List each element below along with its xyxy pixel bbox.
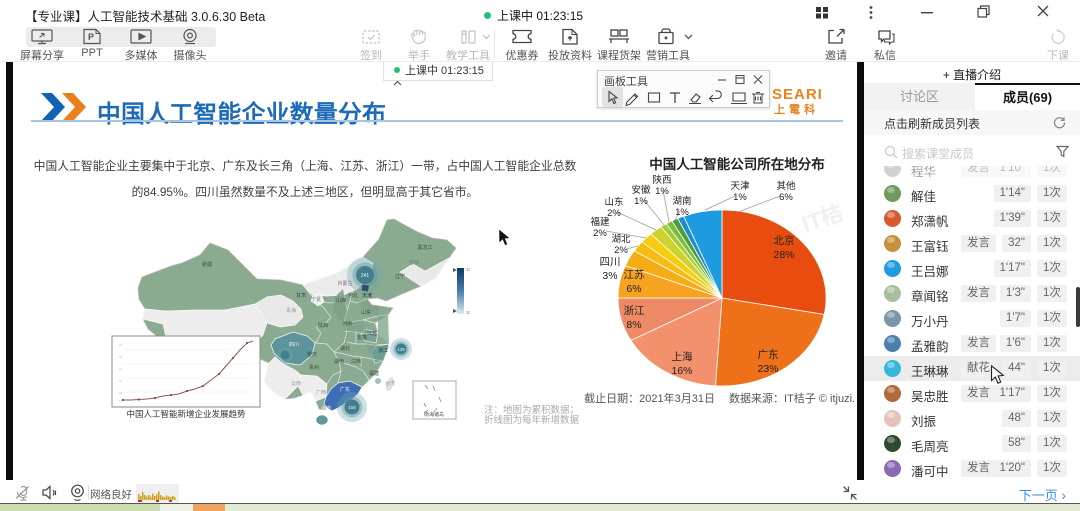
svg-text:青海: 青海 [286, 307, 296, 314]
svg-text:139: 139 [397, 347, 405, 352]
svg-text:浙江: 浙江 [378, 347, 388, 354]
svg-text:2%: 2% [614, 245, 628, 256]
svg-text:黑龙江: 黑龙江 [417, 244, 432, 251]
svg-text:1%: 1% [675, 207, 689, 218]
svg-text:6%: 6% [779, 192, 793, 203]
svg-text:上海: 上海 [672, 350, 693, 363]
svg-text:28%: 28% [773, 249, 794, 261]
svg-text:10: 10 [466, 310, 470, 315]
svg-text:新疆: 新疆 [202, 261, 212, 268]
svg-text:四川: 四川 [600, 256, 621, 268]
svg-text:其他: 其他 [776, 180, 796, 192]
svg-text:广西: 广西 [316, 389, 326, 396]
svg-text:贵州: 贵州 [309, 364, 319, 371]
svg-text:辽宁: 辽宁 [395, 273, 405, 280]
svg-text:3%: 3% [602, 270, 617, 282]
svg-text:山东: 山东 [604, 196, 623, 208]
svg-text:P: P [88, 32, 94, 42]
svg-text:天津: 天津 [362, 292, 372, 299]
svg-text:16%: 16% [671, 365, 692, 377]
svg-text:广东: 广东 [340, 386, 350, 393]
svg-text:241: 241 [361, 273, 370, 279]
svg-text:广东: 广东 [758, 348, 779, 361]
svg-text:8%: 8% [626, 319, 641, 331]
svg-text:湖南: 湖南 [672, 195, 691, 207]
svg-text:截止日期：2021年3月31日 数据来源：IT桔子 © i: 截止日期：2021年3月31日 数据来源：IT桔子 © itjuzi.com [584, 391, 855, 405]
svg-text:1%: 1% [655, 186, 669, 197]
svg-text:南海诸岛: 南海诸岛 [424, 411, 444, 418]
svg-text:甘肃: 甘肃 [296, 292, 306, 299]
svg-text:中国人工智能公司所在地分布: 中国人工智能公司所在地分布 [649, 156, 825, 172]
svg-text:江苏: 江苏 [624, 268, 645, 281]
svg-text:海南: 海南 [321, 405, 331, 412]
svg-text:台湾: 台湾 [385, 380, 395, 387]
svg-text:陕西: 陕西 [318, 322, 328, 329]
svg-text:安徽: 安徽 [631, 184, 651, 196]
svg-text:山东: 山东 [361, 309, 371, 316]
svg-text:宁夏: 宁夏 [311, 296, 321, 303]
svg-text:北京: 北京 [774, 234, 795, 247]
svg-text:江苏: 江苏 [367, 330, 377, 337]
svg-text:内蒙古: 内蒙古 [337, 280, 352, 287]
svg-text:山西: 山西 [336, 297, 346, 304]
svg-text:云南: 云南 [291, 380, 301, 387]
svg-text:中国人工智能新增企业发展趋势: 中国人工智能新增企业发展趋势 [126, 409, 246, 419]
svg-text:江西: 江西 [351, 358, 361, 365]
svg-text:2%: 2% [607, 208, 621, 219]
svg-text:1%: 1% [733, 192, 747, 203]
svg-text:吉林: 吉林 [409, 259, 419, 266]
svg-text:23%: 23% [757, 363, 778, 375]
svg-text:四川: 四川 [289, 342, 299, 348]
svg-text:100: 100 [466, 267, 470, 272]
svg-text:IT桔: IT桔 [799, 200, 846, 237]
svg-text:2%: 2% [593, 228, 607, 239]
svg-text:湖北: 湖北 [611, 234, 631, 245]
svg-text:156: 156 [348, 405, 356, 410]
svg-text:1%: 1% [634, 196, 648, 207]
svg-text:6%: 6% [626, 283, 641, 295]
svg-text:重庆: 重庆 [307, 351, 317, 358]
svg-text:福建: 福建 [369, 370, 379, 377]
svg-text:河北: 河北 [348, 292, 358, 299]
svg-text:安徽: 安徽 [357, 334, 367, 341]
svg-text:河南: 河南 [342, 320, 352, 327]
svg-text:天津: 天津 [730, 181, 750, 192]
svg-text:陕西: 陕西 [652, 174, 671, 186]
svg-text:湖南: 湖南 [334, 358, 344, 365]
svg-text:湖北: 湖北 [340, 345, 350, 352]
svg-text:浙江: 浙江 [624, 305, 645, 317]
